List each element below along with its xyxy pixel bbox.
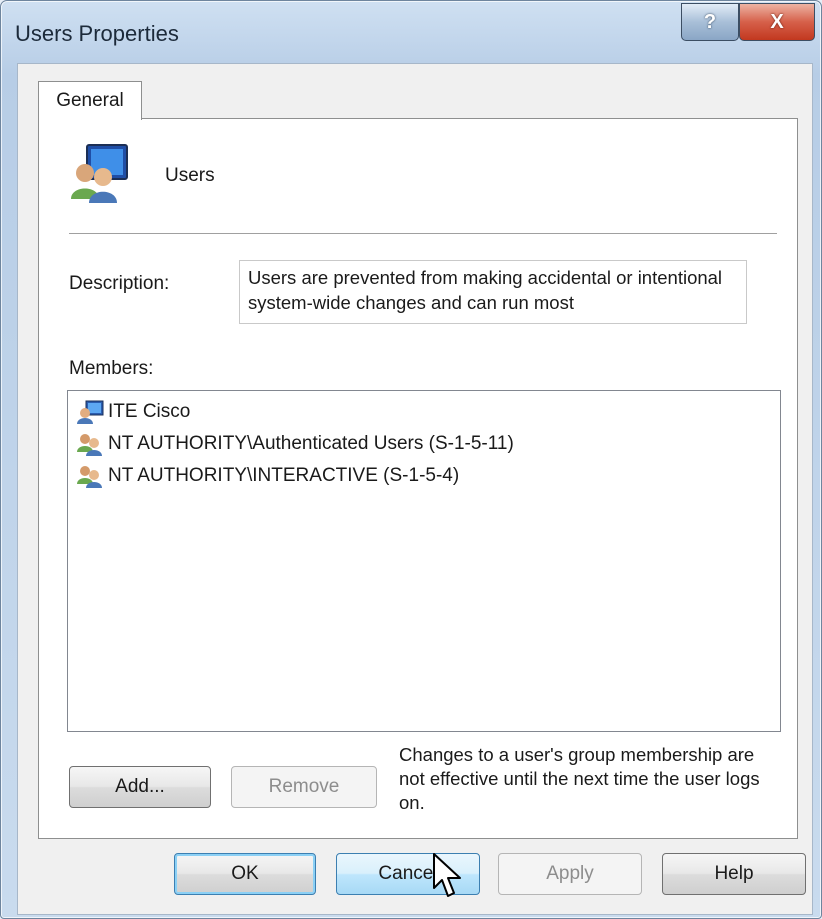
apply-button[interactable]: Apply [498, 853, 642, 895]
titlebar-close-button[interactable]: X [739, 3, 815, 41]
member-name: NT AUTHORITY\Authenticated Users (S-1-5-… [108, 433, 514, 454]
dialog-client-area: General Users Description: Users are pre… [17, 63, 813, 915]
members-list[interactable]: ITE Cisco NT AUTHORITY\Authenticated Use… [67, 390, 781, 732]
list-item[interactable]: ITE Cisco [76, 396, 772, 428]
users-group-icon [71, 144, 128, 203]
mouse-pointer-icon [433, 853, 461, 897]
add-button[interactable]: Add... [69, 766, 211, 808]
remove-button[interactable]: Remove [231, 766, 377, 808]
users-properties-dialog: Users Properties ? X General Users Descr… [0, 0, 822, 919]
group-name: Users [165, 165, 215, 186]
window-title: Users Properties [15, 21, 179, 46]
membership-note: Changes to a user's group membership are… [399, 744, 760, 813]
group-icon [77, 466, 102, 488]
separator [69, 233, 777, 234]
help-button[interactable]: Help [662, 853, 806, 895]
description-label: Description: [69, 273, 170, 294]
member-name: NT AUTHORITY\INTERACTIVE (S-1-5-4) [108, 465, 460, 486]
members-label: Members: [69, 358, 154, 379]
description-field[interactable]: Users are prevented from making accident… [239, 260, 747, 324]
title-bar[interactable]: Users Properties ? X [1, 1, 821, 63]
user-computer-icon [77, 400, 104, 424]
titlebar-help-button[interactable]: ? [681, 3, 739, 41]
list-item[interactable]: NT AUTHORITY\INTERACTIVE (S-1-5-4) [76, 460, 772, 492]
tab-general[interactable]: General [38, 81, 142, 120]
group-icon [77, 434, 102, 456]
ok-button[interactable]: OK [174, 853, 316, 895]
list-item[interactable]: NT AUTHORITY\Authenticated Users (S-1-5-… [76, 428, 772, 460]
member-name: ITE Cisco [108, 401, 191, 422]
general-tab-panel: Users Description: Users are prevented f… [38, 118, 798, 839]
